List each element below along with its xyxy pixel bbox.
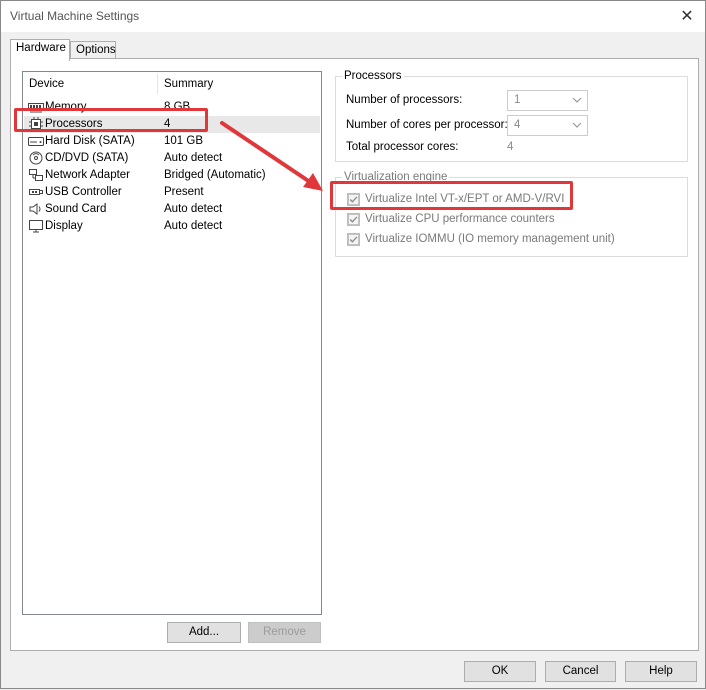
title-bar: Virtual Machine Settings ✕ xyxy=(1,1,705,32)
iommu-checkbox[interactable] xyxy=(347,233,360,246)
column-header-device[interactable]: Device xyxy=(29,78,64,90)
annotation-box-processors xyxy=(14,108,208,132)
device-row-network-adapter[interactable]: Network Adapter Bridged (Automatic) xyxy=(24,167,320,184)
device-row-display[interactable]: Display Auto detect xyxy=(24,218,320,235)
iommu-checkbox-label: Virtualize IOMMU (IO memory management u… xyxy=(365,233,615,245)
device-name: Display xyxy=(45,220,83,232)
close-icon[interactable]: ✕ xyxy=(677,6,697,26)
cd-dvd-icon xyxy=(29,151,43,165)
hardware-panel: Device Summary Memory 8 GB Processors 4 … xyxy=(10,58,699,651)
column-header-summary[interactable]: Summary xyxy=(164,78,213,90)
device-name: USB Controller xyxy=(45,186,122,198)
chevron-down-icon xyxy=(572,97,582,103)
ok-button[interactable]: OK xyxy=(464,661,536,682)
num-processors-value: 1 xyxy=(514,94,521,106)
device-name: Hard Disk (SATA) xyxy=(45,135,135,147)
speaker-icon xyxy=(29,203,41,215)
cores-per-processor-label: Number of cores per processor: xyxy=(346,119,508,131)
device-summary: Auto detect xyxy=(164,220,223,232)
device-row-usb-controller[interactable]: USB Controller Present xyxy=(24,184,320,201)
network-adapter-icon xyxy=(29,169,43,181)
cancel-button[interactable]: Cancel xyxy=(545,661,616,682)
num-processors-label: Number of processors: xyxy=(346,94,463,106)
device-name: Network Adapter xyxy=(45,169,131,181)
device-summary: Auto detect xyxy=(164,203,223,215)
cores-per-processor-value: 4 xyxy=(514,119,521,131)
total-cores-label: Total processor cores: xyxy=(346,141,459,153)
device-list[interactable]: Device Summary Memory 8 GB Processors 4 … xyxy=(22,71,322,615)
cpu-counters-checkbox[interactable] xyxy=(347,213,360,226)
cores-per-processor-select[interactable]: 4 xyxy=(507,115,588,136)
usb-icon xyxy=(29,189,43,195)
device-row-hard-disk[interactable]: Hard Disk (SATA) 101 GB xyxy=(24,133,320,150)
remove-device-button[interactable]: Remove xyxy=(248,622,321,643)
chevron-down-icon xyxy=(572,122,582,128)
add-device-button[interactable]: Add... xyxy=(167,622,241,643)
cpu-counters-checkbox-label: Virtualize CPU performance counters xyxy=(365,213,555,225)
help-button[interactable]: Help xyxy=(625,661,697,682)
device-row-cd-dvd[interactable]: CD/DVD (SATA) Auto detect xyxy=(24,150,320,167)
processors-group-label: Processors xyxy=(342,70,404,82)
total-cores-value: 4 xyxy=(507,141,514,153)
device-summary: Bridged (Automatic) xyxy=(164,169,266,181)
column-separator[interactable] xyxy=(157,74,158,94)
device-name: Sound Card xyxy=(45,203,107,215)
window-title: Virtual Machine Settings xyxy=(10,9,140,23)
device-name: CD/DVD (SATA) xyxy=(45,152,129,164)
vm-settings-window: Virtual Machine Settings ✕ Hardware Opti… xyxy=(0,0,706,689)
processors-group: Processors Number of processors: 1 Numbe… xyxy=(335,70,688,162)
device-summary: Auto detect xyxy=(164,152,223,164)
device-summary: Present xyxy=(164,186,204,198)
hard-disk-icon xyxy=(28,137,44,146)
num-processors-select[interactable]: 1 xyxy=(507,90,588,111)
monitor-icon xyxy=(29,220,43,233)
device-summary: 101 GB xyxy=(164,135,203,147)
device-row-sound-card[interactable]: Sound Card Auto detect xyxy=(24,201,320,218)
annotation-box-vtx xyxy=(330,181,573,210)
tab-hardware[interactable]: Hardware xyxy=(10,39,70,61)
device-list-header: Device Summary xyxy=(23,72,321,94)
